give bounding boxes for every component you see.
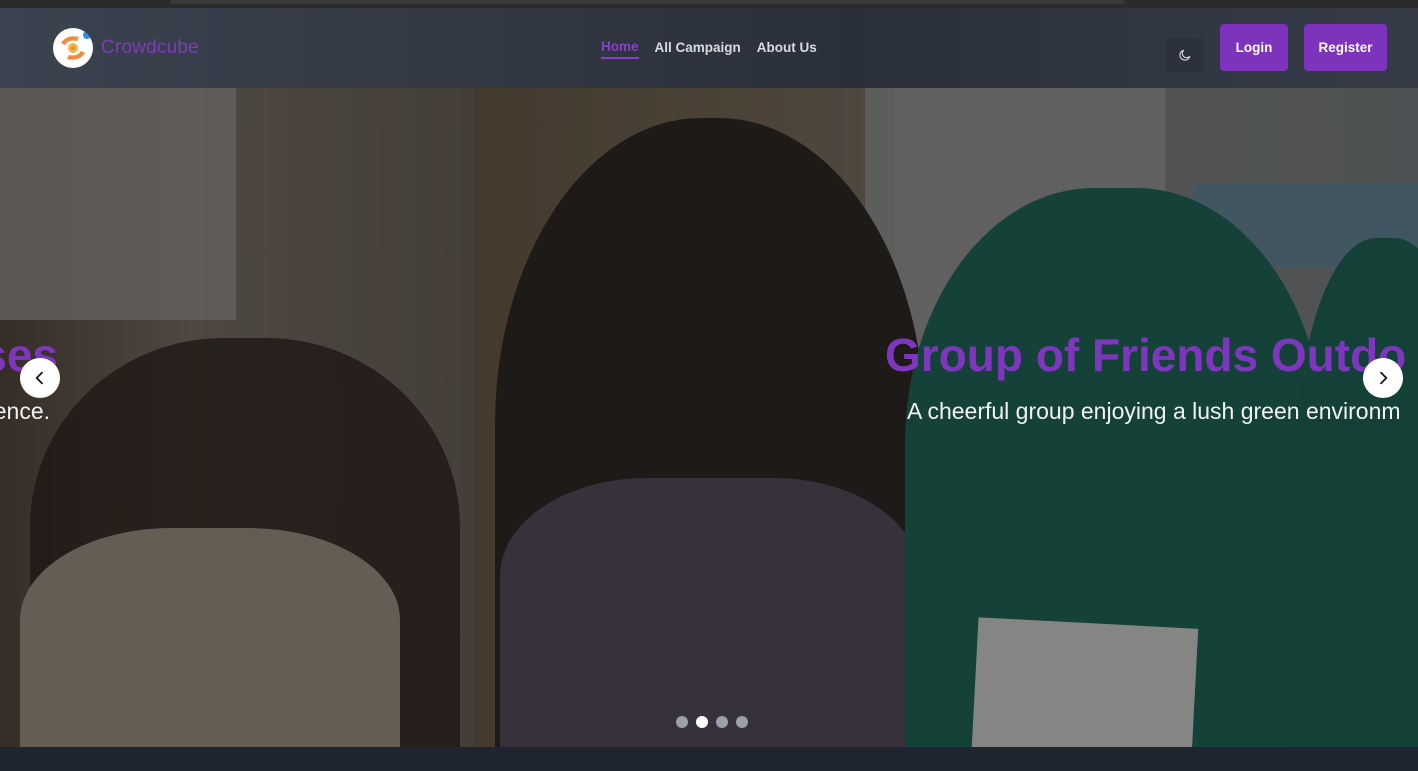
page-footer-band [0, 747, 1418, 771]
carousel-indicator[interactable] [736, 716, 748, 728]
brand-name: Crowdcube [101, 37, 199, 58]
chevron-left-icon [35, 371, 43, 385]
browser-top-strip [0, 0, 1418, 8]
slide-title: Group of Friends Outdo [885, 329, 1407, 381]
moon-icon [1179, 49, 1191, 61]
slide-description: ence. [0, 398, 50, 424]
nav-link-all-campaign[interactable]: All Campaign [655, 40, 741, 58]
nav-link-home[interactable]: Home [601, 39, 639, 59]
nav-link-about-us[interactable]: About Us [757, 40, 817, 58]
hero-carousel: ses ence. Group of Friends Outdo A cheer… [0, 88, 1418, 747]
brand[interactable]: Crowdcube [53, 28, 199, 68]
carousel-indicators [676, 716, 748, 728]
slide-description: A cheerful group enjoying a lush green e… [907, 398, 1401, 424]
hands-coin-icon [53, 28, 93, 68]
login-button[interactable]: Login [1220, 24, 1288, 71]
carousel-indicator[interactable] [676, 716, 688, 728]
carousel-indicator[interactable] [716, 716, 728, 728]
navbar: Crowdcube Home All Campaign About Us Log… [0, 8, 1418, 88]
register-button[interactable]: Register [1304, 24, 1387, 71]
main-nav: Home All Campaign About Us [601, 39, 817, 59]
carousel-indicator-active[interactable] [696, 716, 708, 728]
theme-toggle-button[interactable] [1166, 38, 1204, 72]
horizontal-scrollbar[interactable] [170, 0, 1125, 4]
carousel-prev-button[interactable] [20, 358, 60, 398]
chevron-right-icon [1380, 371, 1388, 385]
carousel-next-button[interactable] [1363, 358, 1403, 398]
